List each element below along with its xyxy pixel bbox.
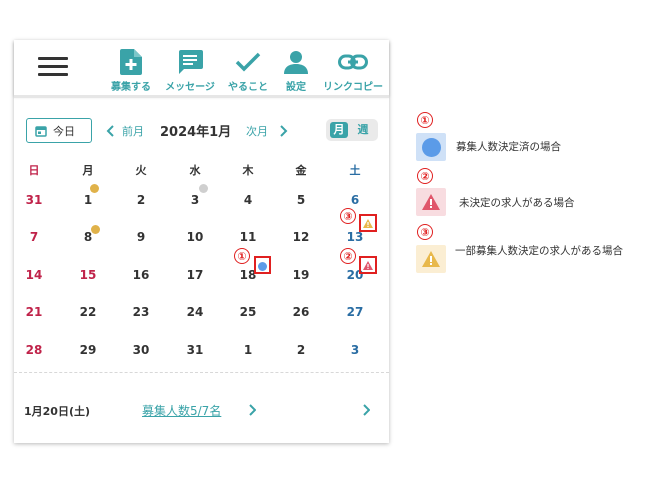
weekday-fri: 金 bbox=[295, 164, 307, 177]
annotation-number-1: ① bbox=[234, 248, 250, 264]
annotation-box-2 bbox=[359, 256, 377, 274]
legend-number-2: ② bbox=[417, 168, 433, 184]
day-cell[interactable]: 1 bbox=[73, 193, 103, 207]
calendar-icon bbox=[35, 125, 47, 137]
next-month-button[interactable]: 次月 bbox=[246, 123, 288, 139]
weekday-thu: 木 bbox=[242, 164, 254, 177]
annotation-box-3 bbox=[359, 214, 377, 232]
warning-orange-icon bbox=[422, 251, 440, 267]
weekday-mon: 月 bbox=[82, 164, 94, 177]
day-cell[interactable]: 3 bbox=[180, 193, 210, 207]
legend-text-2: 未決定の求人がある場合 bbox=[459, 197, 575, 209]
day-cell[interactable]: 2 bbox=[286, 343, 316, 357]
day-cell[interactable]: 31 bbox=[180, 343, 210, 357]
day-cell[interactable]: 22 bbox=[73, 305, 103, 319]
annotation-box-1 bbox=[254, 256, 271, 274]
day-cell-holiday[interactable]: 15 bbox=[73, 268, 103, 282]
day-cell[interactable]: 5 bbox=[286, 193, 316, 207]
recruit-label: 募集する bbox=[111, 82, 151, 93]
view-week-button[interactable]: 週 bbox=[354, 122, 372, 138]
dashed-separator bbox=[14, 372, 389, 373]
day-cell[interactable]: 17 bbox=[180, 268, 210, 282]
day-cell[interactable]: 27 bbox=[340, 305, 370, 319]
warning-red-icon bbox=[422, 194, 440, 210]
top-toolbar: 募集する メッセージ やること 設定 リンクコピー bbox=[14, 40, 389, 95]
annotation-number-3: ③ bbox=[340, 208, 356, 224]
day-cell[interactable]: 28 bbox=[19, 343, 49, 357]
day-cell[interactable]: 25 bbox=[233, 305, 263, 319]
settings-label: 設定 bbox=[286, 82, 306, 93]
todo-label: やること bbox=[228, 82, 268, 93]
chevron-left-icon bbox=[106, 125, 114, 137]
day-cell[interactable]: 13 bbox=[340, 230, 370, 244]
prev-month-label: 前月 bbox=[122, 125, 144, 138]
today-label: 今日 bbox=[53, 124, 75, 138]
legend-tile-red bbox=[416, 188, 446, 216]
legend-tile-orange bbox=[416, 245, 446, 273]
month-title: 2024年1月 bbox=[160, 125, 232, 140]
todo-button[interactable]: やること bbox=[226, 48, 270, 93]
day-cell[interactable]: 3 bbox=[340, 343, 370, 357]
chevron-right-icon bbox=[280, 125, 288, 137]
chevron-right-icon[interactable] bbox=[362, 404, 370, 416]
day-cell[interactable]: 26 bbox=[286, 305, 316, 319]
recruit-count-link[interactable]: 募集人数5/7名 bbox=[142, 402, 221, 419]
today-button[interactable]: 今日 bbox=[26, 118, 92, 143]
legend-text-3: 一部募集人数決定の求人がある場合 bbox=[455, 245, 623, 257]
prev-month-button[interactable]: 前月 bbox=[106, 123, 144, 139]
weekday-sun: 日 bbox=[28, 164, 40, 177]
legend-text-1: 募集人数決定済の場合 bbox=[456, 141, 561, 153]
day-cell[interactable]: 2 bbox=[126, 193, 156, 207]
day-cell[interactable]: 24 bbox=[180, 305, 210, 319]
selected-date: 1月20日(土) bbox=[24, 405, 91, 418]
day-cell[interactable]: 21 bbox=[19, 305, 49, 319]
event-dot-yellow bbox=[90, 184, 99, 193]
weekday-tue: 火 bbox=[135, 164, 147, 177]
link-copy-button[interactable]: リンクコピー bbox=[322, 48, 384, 93]
app-screen: 募集する メッセージ やること 設定 リンクコピー 今日 前月 2024年1月 … bbox=[14, 40, 389, 443]
day-cell[interactable]: 6 bbox=[340, 193, 370, 207]
day-cell[interactable]: 7 bbox=[19, 230, 49, 244]
day-cell[interactable]: 16 bbox=[126, 268, 156, 282]
recruit-button[interactable]: 募集する bbox=[110, 48, 152, 93]
day-cell[interactable]: 4 bbox=[233, 193, 263, 207]
legend-number-3: ③ bbox=[417, 224, 433, 240]
day-cell[interactable]: 9 bbox=[126, 230, 156, 244]
day-cell[interactable]: 23 bbox=[126, 305, 156, 319]
event-dot-yellow bbox=[91, 225, 100, 234]
person-icon bbox=[280, 48, 312, 76]
day-cell[interactable]: 19 bbox=[286, 268, 316, 282]
link-copy-label: リンクコピー bbox=[323, 82, 383, 93]
day-cell[interactable]: 30 bbox=[126, 343, 156, 357]
hamburger-menu-icon[interactable] bbox=[38, 54, 68, 78]
view-toggle: 月 週 bbox=[326, 119, 378, 141]
settings-button[interactable]: 設定 bbox=[280, 48, 312, 93]
day-cell[interactable]: 1 bbox=[233, 343, 263, 357]
blue-dot-icon bbox=[421, 137, 441, 157]
day-cell[interactable]: 31 bbox=[19, 193, 49, 207]
message-label: メッセージ bbox=[165, 82, 215, 93]
event-dot-gray bbox=[199, 184, 208, 193]
annotation-number-2: ② bbox=[340, 248, 356, 264]
next-month-label: 次月 bbox=[246, 125, 268, 138]
day-cell[interactable]: 11 bbox=[233, 230, 263, 244]
day-cell[interactable]: 14 bbox=[19, 268, 49, 282]
day-cell[interactable]: 10 bbox=[180, 230, 210, 244]
link-icon bbox=[322, 48, 384, 76]
message-icon bbox=[162, 48, 218, 76]
chevron-right-icon[interactable] bbox=[248, 404, 256, 416]
weekday-wed: 水 bbox=[189, 164, 201, 177]
legend-number-1: ① bbox=[417, 112, 433, 128]
view-month-button[interactable]: 月 bbox=[330, 122, 348, 138]
add-document-icon bbox=[110, 48, 152, 76]
toolbar-divider bbox=[14, 95, 389, 98]
check-icon bbox=[226, 48, 270, 76]
message-button[interactable]: メッセージ bbox=[162, 48, 218, 93]
weekday-sat: 土 bbox=[349, 164, 361, 177]
day-cell[interactable]: 12 bbox=[286, 230, 316, 244]
day-cell[interactable]: 29 bbox=[73, 343, 103, 357]
legend-tile-blue bbox=[416, 133, 446, 161]
